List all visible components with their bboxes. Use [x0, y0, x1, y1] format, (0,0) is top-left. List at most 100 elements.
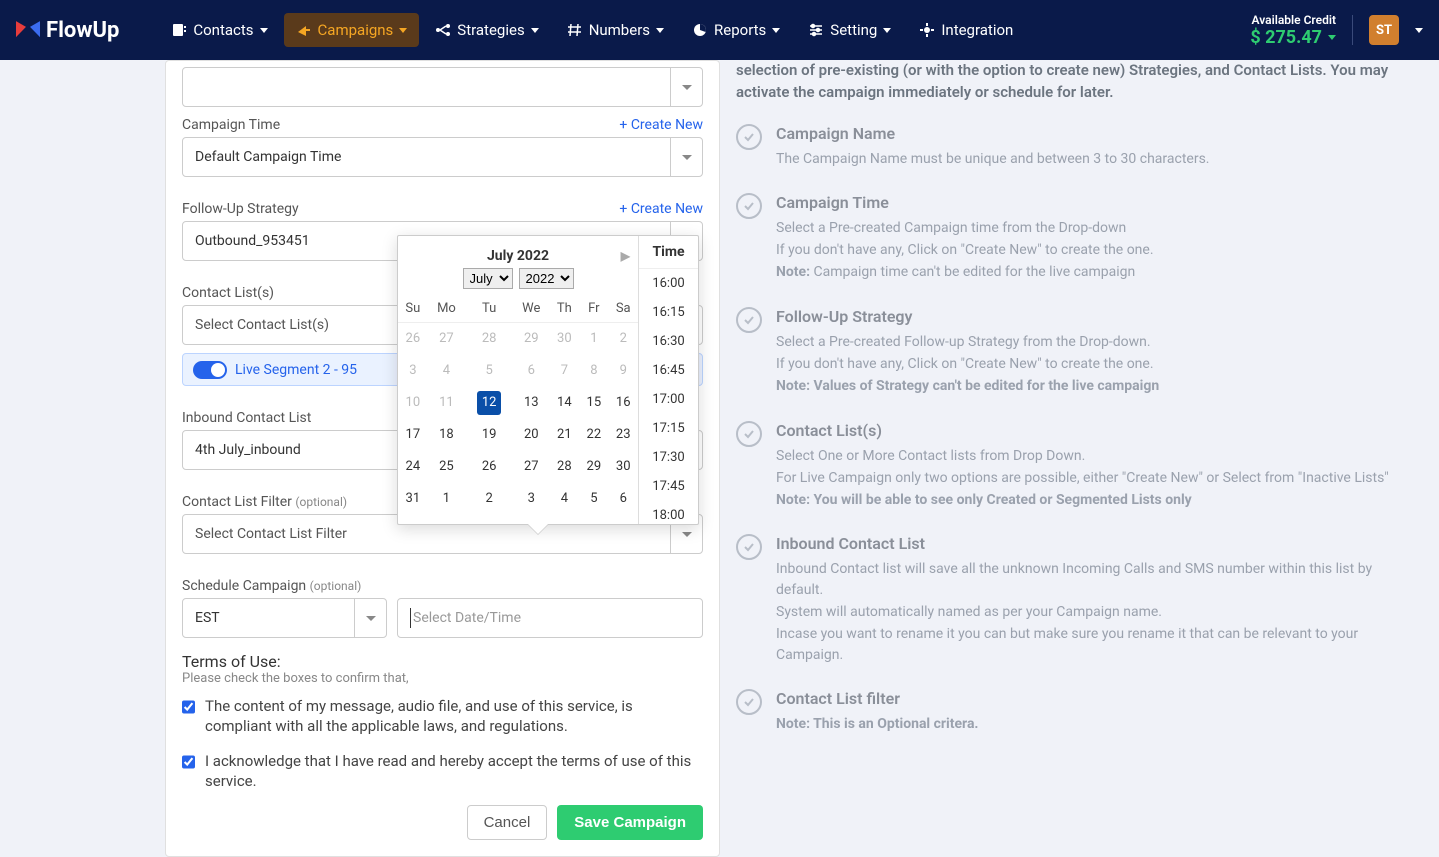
calendar-day[interactable]: 26	[465, 451, 513, 483]
calendar-day[interactable]: 6	[608, 483, 638, 515]
year-select[interactable]: 2022	[519, 268, 574, 289]
dow-header: Tu	[465, 295, 513, 323]
topbar: FlowUp ContactsCampaignsStrategiesNumber…	[0, 0, 1439, 60]
save-campaign-button[interactable]: Save Campaign	[557, 805, 703, 840]
calendar-day[interactable]: 27	[513, 451, 549, 483]
calendar-day[interactable]: 30	[549, 323, 579, 355]
calendar-day[interactable]: 14	[549, 387, 579, 419]
reports-icon	[692, 22, 708, 38]
cancel-button[interactable]: Cancel	[467, 805, 548, 840]
calendar-day[interactable]: 28	[465, 323, 513, 355]
calendar-day[interactable]: 17	[398, 419, 428, 451]
credit-value[interactable]: $ 275.47	[1250, 27, 1336, 48]
nav-integration[interactable]: Integration	[907, 13, 1025, 47]
calendar-next-button[interactable]: ▶	[621, 249, 630, 263]
calendar-day[interactable]: 2	[608, 323, 638, 355]
calendar-day[interactable]: 22	[579, 419, 608, 451]
calendar-day[interactable]: 3	[398, 355, 428, 387]
help-title: Campaign Name	[776, 124, 1209, 143]
calendar-day[interactable]: 31	[398, 483, 428, 515]
dow-header: Fr	[579, 295, 608, 323]
calendar-day[interactable]: 9	[608, 355, 638, 387]
nav-setting[interactable]: Setting	[796, 13, 903, 47]
calendar-day[interactable]: 26	[398, 323, 428, 355]
logo[interactable]: FlowUp	[16, 18, 119, 43]
calendar-day[interactable]: 21	[549, 419, 579, 451]
dow-header: We	[513, 295, 549, 323]
term2-label: I acknowledge that I have read and hereb…	[205, 751, 703, 792]
brand-name: FlowUp	[46, 18, 119, 43]
contact-list-label: Contact List(s)	[182, 285, 274, 301]
time-option[interactable]: 16:15	[639, 298, 698, 327]
create-new-link[interactable]: + Create New	[619, 201, 703, 217]
nav-contacts[interactable]: Contacts	[159, 13, 279, 47]
calendar-day[interactable]: 18	[428, 419, 465, 451]
time-option[interactable]: 17:15	[639, 414, 698, 443]
help-title: Inbound Contact List	[776, 534, 1409, 553]
calendar-day[interactable]: 13	[513, 387, 549, 419]
calendar-day[interactable]: 15	[579, 387, 608, 419]
numbers-icon	[567, 22, 583, 38]
time-option[interactable]: 16:45	[639, 356, 698, 385]
chevron-down-icon	[656, 28, 664, 33]
calendar-day[interactable]: 4	[549, 483, 579, 515]
chevron-down-icon	[399, 28, 407, 33]
month-select[interactable]: July	[463, 268, 513, 289]
calendar-day[interactable]: 19	[465, 419, 513, 451]
calendar-day[interactable]: 11	[428, 387, 465, 419]
calendar-day[interactable]: 27	[428, 323, 465, 355]
term2-checkbox[interactable]	[182, 755, 195, 769]
calendar-day[interactable]: 20	[513, 419, 549, 451]
calendar-day[interactable]: 7	[549, 355, 579, 387]
chevron-down-icon	[1328, 35, 1336, 40]
chevron-down-icon[interactable]	[1415, 28, 1423, 33]
help-item: Contact List filterNote: This is an Opti…	[736, 689, 1409, 736]
calendar-day[interactable]: 29	[513, 323, 549, 355]
term1-label: The content of my message, audio file, a…	[205, 696, 703, 737]
calendar-day[interactable]: 3	[513, 483, 549, 515]
user-avatar[interactable]: ST	[1369, 15, 1399, 45]
segment-toggle[interactable]	[193, 361, 227, 379]
time-option[interactable]: 16:00	[639, 269, 698, 298]
help-item: Inbound Contact ListInbound Contact list…	[736, 534, 1409, 666]
calendar-day[interactable]: 25	[428, 451, 465, 483]
calendar-day[interactable]: 1	[428, 483, 465, 515]
calendar-day[interactable]: 29	[579, 451, 608, 483]
date-input[interactable]: Select Date/Time	[397, 598, 703, 638]
calendar-day[interactable]: 8	[579, 355, 608, 387]
help-intro: selection of pre-existing (or with the o…	[736, 60, 1409, 104]
time-option[interactable]: 17:00	[639, 385, 698, 414]
time-option[interactable]: 17:30	[639, 443, 698, 472]
calendar-day[interactable]: 16	[608, 387, 638, 419]
nav-campaigns[interactable]: Campaigns	[284, 13, 420, 47]
calendar-day[interactable]: 5	[579, 483, 608, 515]
prev-field-select[interactable]	[182, 67, 703, 107]
create-new-link[interactable]: + Create New	[619, 117, 703, 133]
calendar-day[interactable]: 23	[608, 419, 638, 451]
calendar-day[interactable]: 24	[398, 451, 428, 483]
calendar-day[interactable]: 4	[428, 355, 465, 387]
main-nav: ContactsCampaignsStrategiesNumbersReport…	[159, 13, 1025, 47]
content: Campaign Time + Create New Default Campa…	[0, 60, 1439, 857]
chevron-down-icon	[772, 28, 780, 33]
time-option[interactable]: 16:30	[639, 327, 698, 356]
calendar-day[interactable]: 2	[465, 483, 513, 515]
timezone-select[interactable]: EST	[182, 598, 387, 638]
term1-checkbox[interactable]	[182, 700, 195, 714]
help-body: Select a Pre-created Campaign time from …	[776, 218, 1154, 283]
calendar-day[interactable]: 28	[549, 451, 579, 483]
nav-numbers[interactable]: Numbers	[555, 13, 676, 47]
time-option[interactable]: 17:45	[639, 472, 698, 501]
text-cursor	[410, 608, 411, 628]
calendar-day[interactable]: 10	[398, 387, 428, 419]
calendar-day[interactable]: 5	[465, 355, 513, 387]
time-option[interactable]: 18:00	[639, 501, 698, 524]
calendar-day[interactable]: 12	[465, 387, 513, 419]
nav-strategies[interactable]: Strategies	[423, 13, 550, 47]
calendar-day[interactable]: 1	[579, 323, 608, 355]
calendar-day[interactable]: 30	[608, 451, 638, 483]
campaign-time-select[interactable]: Default Campaign Time	[182, 137, 703, 177]
calendar-day[interactable]: 6	[513, 355, 549, 387]
chevron-down-icon	[883, 28, 891, 33]
nav-reports[interactable]: Reports	[680, 13, 792, 47]
